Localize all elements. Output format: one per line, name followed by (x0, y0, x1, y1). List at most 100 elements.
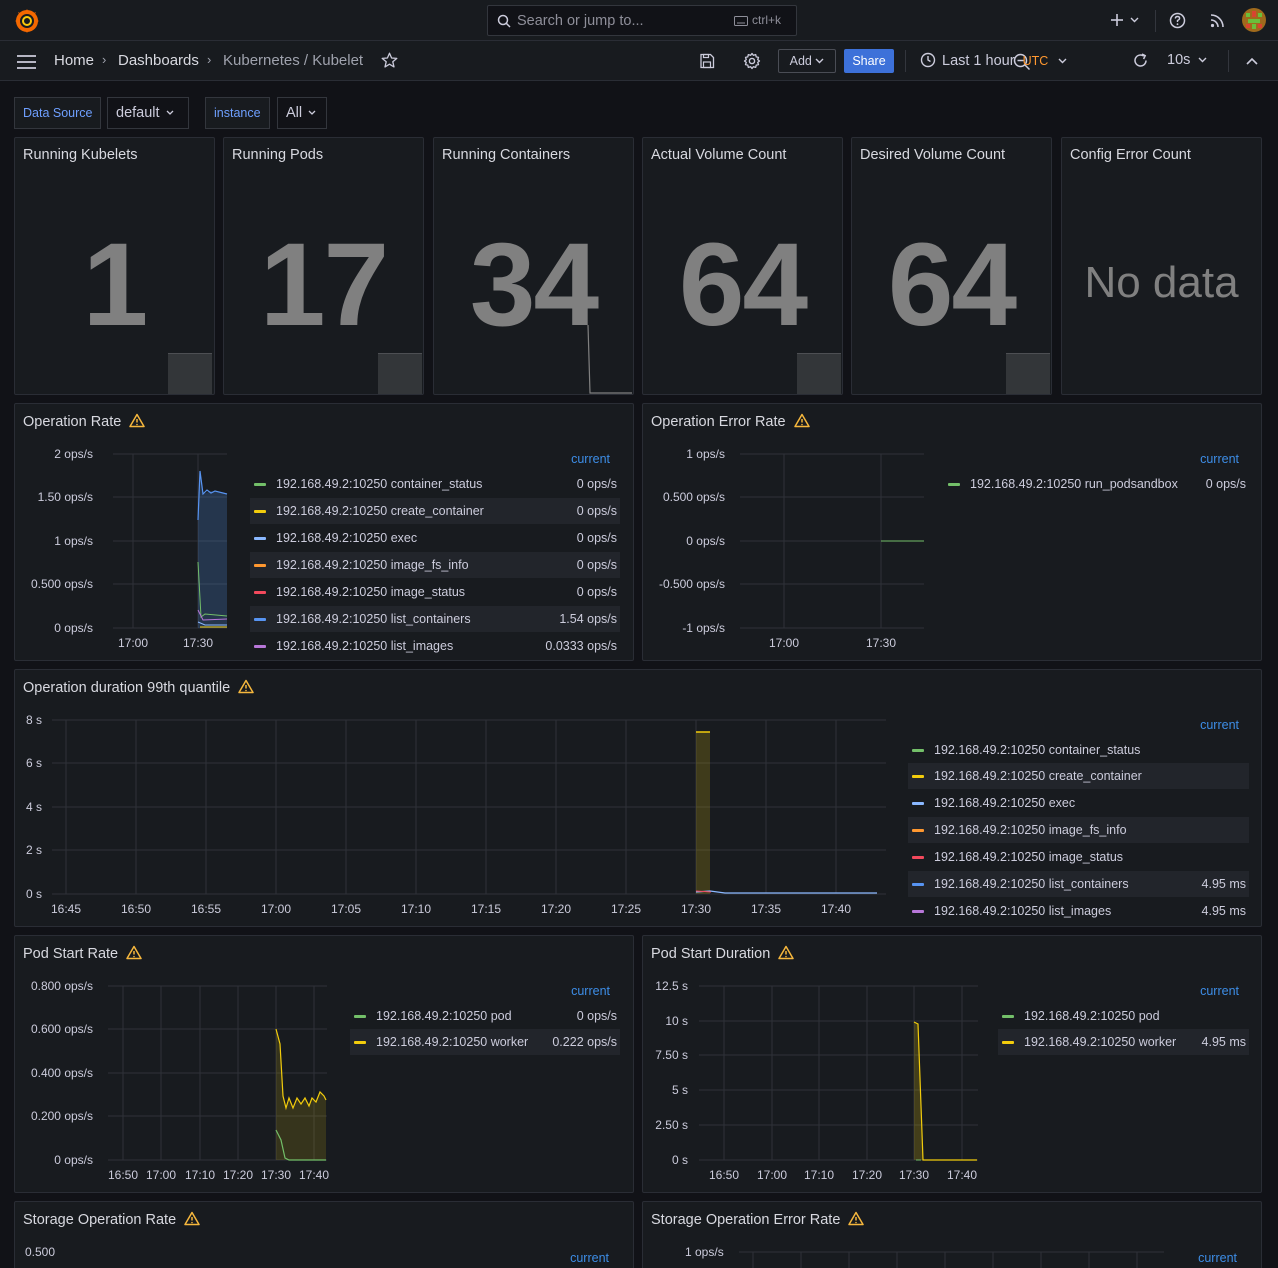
stat-sparkline (168, 353, 212, 394)
y-tick-label: 0 s (672, 1153, 688, 1167)
save-icon[interactable] (699, 53, 715, 69)
series-color (354, 1041, 366, 1044)
x-tick-label: 17:20 (541, 902, 571, 916)
stat-sparkline (587, 324, 632, 394)
series-name: 192.168.49.2:10250 create_container (934, 769, 1142, 783)
x-tick-label: 16:55 (191, 902, 221, 916)
legend-row[interactable]: 192.168.49.2:10250 image_status (908, 844, 1249, 870)
legend-row[interactable]: 192.168.49.2:10250 image_status 0 ops/s (250, 579, 620, 605)
legend-row[interactable]: 192.168.49.2:10250 exec 0 ops/s (250, 525, 620, 551)
legend-row[interactable]: 192.168.49.2:10250 worker 4.95 ms (998, 1029, 1249, 1055)
stat-panel-actual-volume-count[interactable]: Actual Volume Count 64 (642, 137, 843, 395)
grafana-logo-icon[interactable] (14, 8, 40, 34)
legend-column-header[interactable]: current (1200, 452, 1239, 466)
chevron-up-icon[interactable] (1246, 57, 1258, 65)
panel-operation-rate[interactable]: Operation Rate 2 ops/s 1.50 ops/s 1 ops/… (14, 403, 634, 661)
chart-pod-start-rate: 0.800 ops/s 0.600 ops/s 0.400 ops/s 0.20… (31, 979, 329, 1182)
legend-row[interactable]: 192.168.49.2:10250 image_fs_info 0 ops/s (250, 552, 620, 578)
series-value: 4.95 ms (1201, 1035, 1246, 1049)
series-name: 192.168.49.2:10250 exec (276, 531, 418, 545)
series-value: 0 ops/s (1205, 477, 1246, 491)
series-color (254, 564, 266, 567)
x-tick-label: 17:10 (401, 902, 431, 916)
legend-row[interactable]: 192.168.49.2:10250 container_status 0 ops… (250, 471, 620, 497)
panel-title-wrap: Operation Error Rate (651, 413, 810, 430)
series-value: 0.0333 ops/s (545, 639, 617, 653)
legend-column-header[interactable]: current (571, 452, 610, 466)
y-tick-label: 12.5 s (655, 979, 688, 993)
y-tick-label: 0.500 ops/s (663, 490, 725, 504)
add-button[interactable]: Add (778, 49, 836, 73)
legend-column-header[interactable]: current (1200, 718, 1239, 732)
instance-variable-label: instance (205, 97, 270, 129)
series-name: 192.168.49.2:10250 list_containers (276, 612, 471, 626)
legend-column-header[interactable]: current (1198, 1251, 1237, 1265)
x-tick-label: 17:00 (146, 1168, 176, 1182)
refresh-interval-picker[interactable]: 10s (1167, 52, 1207, 68)
legend-column-header[interactable]: current (571, 984, 610, 998)
legend-row[interactable]: 192.168.49.2:10250 create_container 0 ops… (250, 498, 620, 524)
legend-column-header[interactable]: current (1200, 984, 1239, 998)
legend-row[interactable]: 192.168.49.2:10250 pod (998, 1003, 1249, 1029)
legend-row[interactable]: 192.168.49.2:10250 list_images 4.95 ms (908, 898, 1249, 924)
stat-panel-running-containers[interactable]: Running Containers 34 (433, 137, 634, 395)
legend-row[interactable]: 192.168.49.2:10250 exec (908, 790, 1249, 816)
panel-storage-operation-rate[interactable]: Storage Operation Rate 0.500 current (14, 1201, 634, 1268)
x-tick-label: 17:30 (261, 1168, 291, 1182)
legend-row[interactable]: 192.168.49.2:10250 image_fs_info (908, 817, 1249, 843)
legend-row[interactable]: 192.168.49.2:10250 worker 0.222 ops/s (350, 1029, 620, 1055)
series-color (354, 1015, 366, 1018)
warning-icon[interactable] (184, 1211, 200, 1226)
plus-icon[interactable] (1110, 13, 1140, 27)
y-tick-label: 8 s (26, 713, 42, 727)
warning-icon[interactable] (238, 679, 254, 694)
stat-panel-running-pods[interactable]: Running Pods 17 (223, 137, 424, 395)
breadcrumb-home[interactable]: Home (54, 52, 94, 69)
divider (1155, 10, 1156, 32)
panel-operation-duration[interactable]: Operation duration 99th quantile 8 s 6 s… (14, 669, 1262, 927)
warning-icon[interactable] (778, 945, 795, 960)
instance-variable-select[interactable]: All (277, 97, 327, 129)
rss-news-icon[interactable] (1210, 13, 1225, 28)
user-avatar[interactable] (1242, 8, 1266, 32)
warning-icon[interactable] (793, 413, 810, 428)
panel-pod-start-rate[interactable]: Pod Start Rate 0.800 ops/s 0.600 ops/s 0… (14, 935, 634, 1193)
stat-panel-running-kubelets[interactable]: Running Kubelets 1 (14, 137, 215, 395)
search-input[interactable]: Search or jump to... ctrl+k (487, 5, 797, 36)
warning-icon[interactable] (848, 1211, 865, 1226)
panel-storage-operation-error-rate[interactable]: Storage Operation Error Rate 1 ops/s cur… (642, 1201, 1262, 1268)
stat-panel-config-error-count[interactable]: Config Error Count No data (1061, 137, 1262, 395)
legend-row[interactable]: 192.168.49.2:10250 list_containers 1.54 o… (250, 606, 620, 632)
legend-row[interactable]: 192.168.49.2:10250 run_podsandbox 0 ops/s (944, 471, 1249, 497)
legend-row[interactable]: 192.168.49.2:10250 create_container (908, 763, 1249, 789)
timezone-badge: UTC (1022, 54, 1049, 68)
warning-icon[interactable] (126, 945, 142, 960)
datasource-variable-select[interactable]: default (107, 97, 189, 129)
breadcrumb-separator: › (207, 52, 212, 67)
legend-table: current 192.168.49.2:10250 pod 0 ops/s 19… (350, 981, 620, 1061)
time-picker-button[interactable]: Last 1 hour UTC (920, 52, 1067, 70)
legend-row[interactable]: 192.168.49.2:10250 list_images 0.0333 ops… (250, 633, 620, 659)
breadcrumb-dashboards[interactable]: Dashboards (118, 52, 199, 69)
series-name: 192.168.49.2:10250 worker (1024, 1035, 1177, 1049)
panel-title: Running Containers (442, 147, 571, 163)
star-icon[interactable] (381, 52, 398, 69)
stat-panel-desired-volume-count[interactable]: Desired Volume Count 64 (851, 137, 1052, 395)
refresh-icon[interactable] (1132, 52, 1149, 69)
legend-row[interactable]: 192.168.49.2:10250 pod 0 ops/s (350, 1003, 620, 1029)
menu-icon[interactable] (17, 55, 36, 69)
panel-pod-start-duration[interactable]: Pod Start Duration 12.5 s 10 s 7.50 s 5 … (642, 935, 1262, 1193)
add-button-label: Add (789, 54, 812, 68)
y-tick-label: 1 ops/s (685, 1245, 724, 1259)
warning-icon[interactable] (129, 413, 146, 428)
settings-gear-icon[interactable] (743, 52, 761, 70)
series-value: 0.222 ops/s (552, 1035, 617, 1049)
share-button[interactable]: Share (844, 49, 894, 73)
legend-column-header[interactable]: current (570, 1251, 609, 1265)
legend-row[interactable]: 192.168.49.2:10250 container_status (908, 737, 1249, 763)
panel-operation-error-rate[interactable]: Operation Error Rate 1 ops/s 0.500 ops/s… (642, 403, 1262, 661)
series-name: 192.168.49.2:10250 run_podsandbox (970, 477, 1178, 491)
help-icon[interactable] (1169, 12, 1186, 29)
x-tick-label: 17:00 (118, 636, 148, 650)
legend-row[interactable]: 192.168.49.2:10250 list_containers 4.95 m… (908, 871, 1249, 897)
